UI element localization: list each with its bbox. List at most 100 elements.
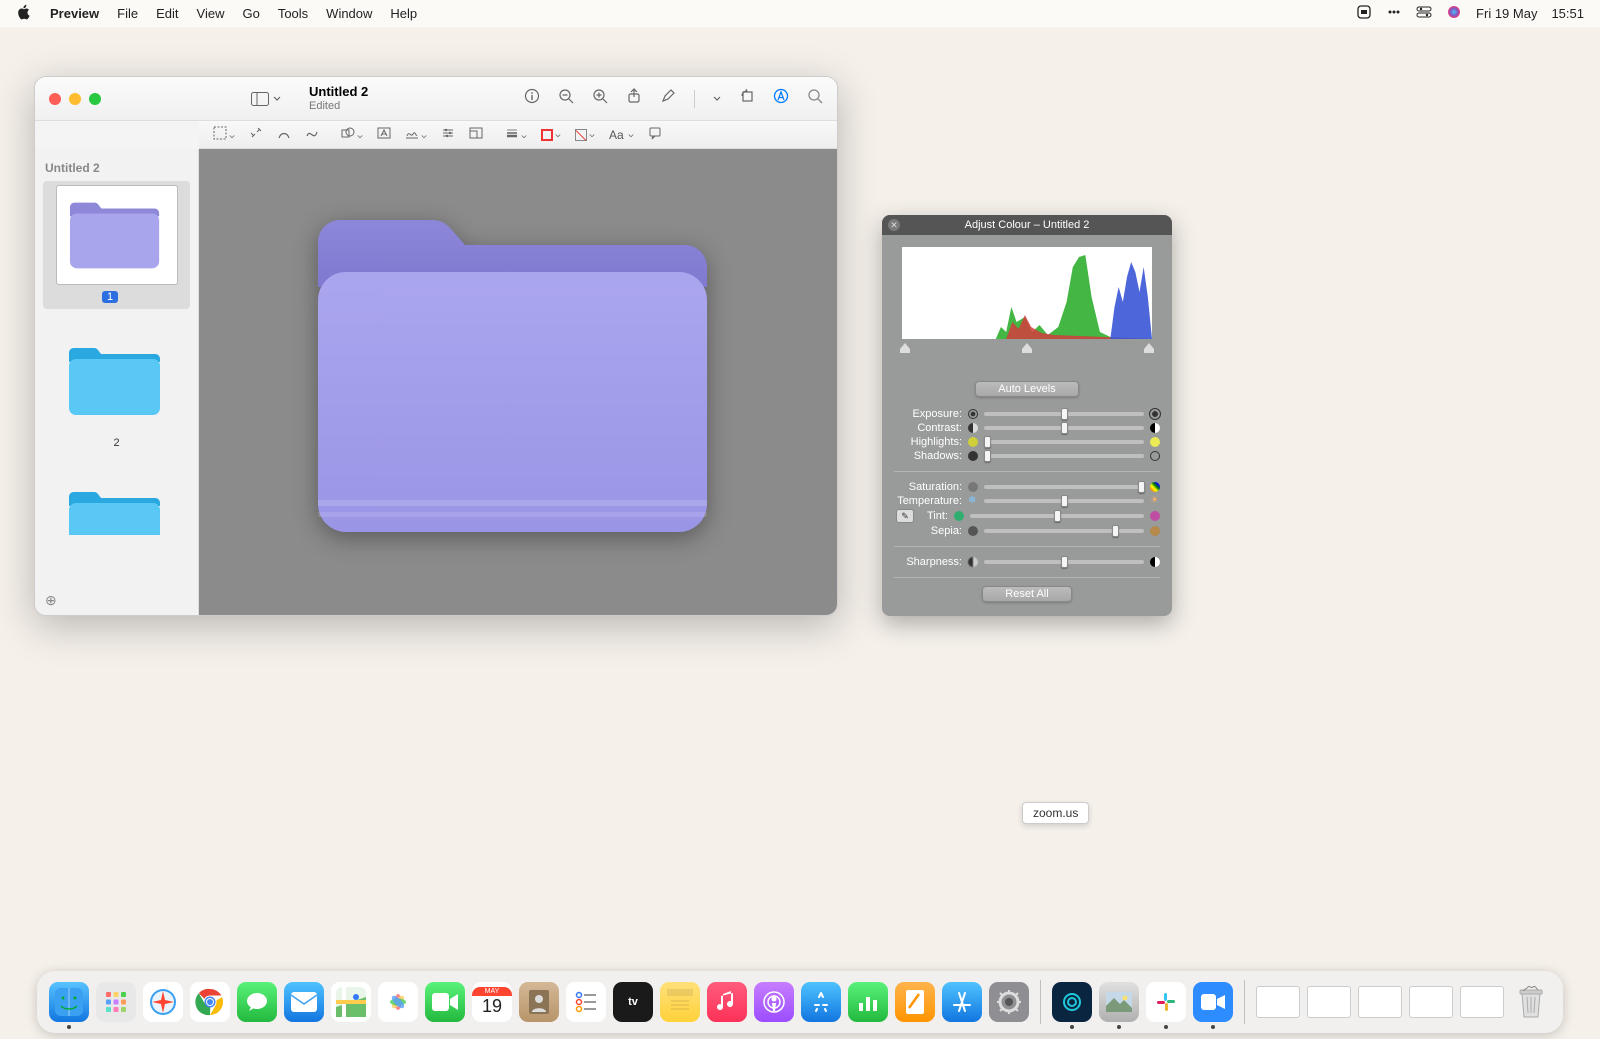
annotate-note-icon[interactable]: [648, 126, 662, 143]
menubar-date[interactable]: Fri 19 May: [1476, 6, 1537, 21]
dock-chrome[interactable]: [190, 982, 230, 1022]
menu-view[interactable]: View: [197, 6, 225, 21]
sepia-slider[interactable]: [984, 529, 1144, 533]
close-button[interactable]: [49, 93, 61, 105]
adjust-size-icon[interactable]: [469, 126, 483, 143]
exposure-slider[interactable]: [984, 412, 1144, 416]
canvas[interactable]: [199, 149, 837, 615]
dock-music[interactable]: [707, 982, 747, 1022]
dock-minimized-5[interactable]: [1460, 986, 1504, 1018]
dock-minimized-4[interactable]: [1409, 986, 1453, 1018]
dock-minimized-3[interactable]: [1358, 986, 1402, 1018]
rotate-icon[interactable]: [739, 88, 755, 109]
zoom-out-icon[interactable]: [558, 88, 574, 109]
sepia-label: Sepia:: [894, 525, 962, 537]
adjust-color-icon[interactable]: [441, 126, 455, 143]
fill-color-icon[interactable]: [575, 128, 595, 142]
search-icon[interactable]: [807, 88, 823, 109]
auto-levels-button[interactable]: Auto Levels: [975, 381, 1078, 397]
dock-numbers[interactable]: [848, 982, 888, 1022]
temperature-slider[interactable]: [984, 499, 1144, 503]
zoom-button[interactable]: [89, 93, 101, 105]
menuextra-dots-icon[interactable]: [1386, 4, 1402, 23]
dock-settings[interactable]: [989, 982, 1029, 1022]
menuextra-icon[interactable]: [1356, 4, 1372, 23]
dock-notes[interactable]: [660, 982, 700, 1022]
menubar-time[interactable]: 15:51: [1551, 6, 1584, 21]
saturation-slider[interactable]: [984, 485, 1144, 489]
dock-mail[interactable]: [284, 982, 324, 1022]
dock-pages[interactable]: [895, 982, 935, 1022]
font-icon[interactable]: Aa: [609, 128, 634, 142]
dock-photos[interactable]: [378, 982, 418, 1022]
add-page-button[interactable]: ⊕: [45, 592, 57, 609]
menu-file[interactable]: File: [117, 6, 138, 21]
annotate-icon[interactable]: [773, 88, 789, 109]
sun-low-icon: [968, 409, 978, 419]
contrast-slider[interactable]: [984, 426, 1144, 430]
sharpness-slider[interactable]: [984, 560, 1144, 564]
dock-minimized-2[interactable]: [1307, 986, 1351, 1018]
highlights-slider[interactable]: [984, 440, 1144, 444]
instant-alpha-icon[interactable]: [249, 126, 263, 143]
border-color-icon[interactable]: [541, 128, 561, 142]
adjust-titlebar[interactable]: ✕ Adjust Colour – Untitled 2: [882, 215, 1172, 235]
dock-finder[interactable]: [49, 982, 89, 1022]
dock-safari[interactable]: [143, 982, 183, 1022]
dock-reminders[interactable]: [566, 982, 606, 1022]
markup-icon[interactable]: [660, 88, 676, 109]
dock-tv[interactable]: tv: [613, 982, 653, 1022]
tint-slider[interactable]: [970, 514, 1144, 518]
dock-minimized-1[interactable]: [1256, 986, 1300, 1018]
thumbnail-1[interactable]: 1: [43, 181, 190, 309]
black-point-handle[interactable]: [900, 343, 910, 353]
selection-tool-icon[interactable]: [213, 126, 235, 143]
thumbnail-2[interactable]: 2: [43, 327, 190, 453]
share-icon[interactable]: [626, 88, 642, 109]
text-icon[interactable]: [377, 126, 391, 143]
menu-tools[interactable]: Tools: [278, 6, 308, 21]
info-icon[interactable]: [524, 88, 540, 109]
apple-menu-icon[interactable]: [16, 4, 32, 23]
dock-launchpad[interactable]: [96, 982, 136, 1022]
chevron-down-small-icon[interactable]: [713, 90, 721, 108]
white-point-handle[interactable]: [1144, 343, 1154, 353]
shadows-slider[interactable]: [984, 454, 1144, 458]
reset-all-button[interactable]: Reset All: [982, 586, 1071, 602]
siri-icon[interactable]: [1446, 4, 1462, 23]
draw-icon[interactable]: [305, 126, 319, 143]
dock-slack[interactable]: [1146, 982, 1186, 1022]
line-weight-icon[interactable]: [505, 126, 527, 143]
temperature-label: Temperature:: [894, 495, 962, 507]
menu-go[interactable]: Go: [242, 6, 259, 21]
dock-calendar[interactable]: MAY19: [472, 982, 512, 1022]
menu-window[interactable]: Window: [326, 6, 372, 21]
eyedropper-button[interactable]: ✎: [896, 509, 914, 523]
dock-podcasts[interactable]: [754, 982, 794, 1022]
dock-zoom[interactable]: [1193, 982, 1233, 1022]
sketch-icon[interactable]: [277, 126, 291, 143]
dock-messages[interactable]: [237, 982, 277, 1022]
dock-facetime[interactable]: [425, 982, 465, 1022]
dock-app-a[interactable]: [1052, 982, 1092, 1022]
dock-appstore2[interactable]: [942, 982, 982, 1022]
menu-edit[interactable]: Edit: [156, 6, 178, 21]
zoom-in-icon[interactable]: [592, 88, 608, 109]
dock-trash[interactable]: [1511, 982, 1551, 1022]
menu-help[interactable]: Help: [390, 6, 417, 21]
control-center-icon[interactable]: [1416, 4, 1432, 23]
mid-point-handle[interactable]: [1022, 343, 1032, 353]
dock-preview[interactable]: [1099, 982, 1139, 1022]
close-icon[interactable]: ✕: [888, 219, 900, 231]
saturation-low-icon: [968, 482, 978, 492]
thumbnail-3[interactable]: [43, 471, 190, 539]
dock-appstore[interactable]: [801, 982, 841, 1022]
sign-icon[interactable]: [405, 126, 427, 143]
sepia-row: Sepia:: [882, 524, 1172, 538]
shapes-icon[interactable]: [341, 126, 363, 143]
sidebar-toggle-button[interactable]: [251, 92, 281, 106]
app-name[interactable]: Preview: [50, 6, 99, 21]
minimize-button[interactable]: [69, 93, 81, 105]
dock-maps[interactable]: [331, 982, 371, 1022]
dock-contacts[interactable]: [519, 982, 559, 1022]
